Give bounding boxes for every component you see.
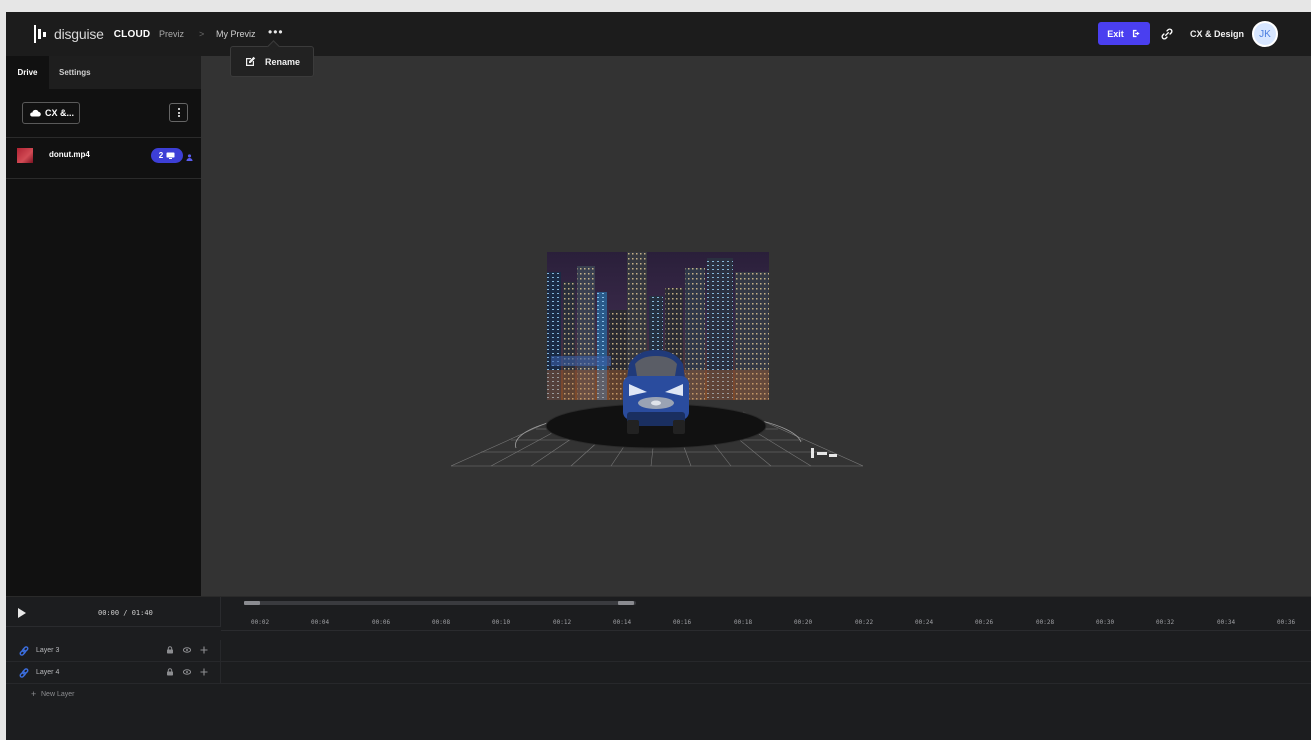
layer-name: Layer 3 — [36, 647, 60, 654]
tick-label: 00:12 — [553, 619, 572, 626]
tick-label: 00:32 — [1156, 619, 1175, 626]
tick-label: 00:08 — [432, 619, 451, 626]
plus-icon: + — [31, 689, 37, 699]
tick-label: 00:30 — [1096, 619, 1115, 626]
cloud-icon — [30, 109, 41, 117]
breadcrumb-separator: > — [199, 29, 205, 39]
screen-icon — [166, 152, 175, 159]
tick-label: 00:06 — [372, 619, 391, 626]
divider — [6, 178, 201, 179]
rename-menu-item[interactable]: Rename — [230, 46, 314, 77]
storage-selector-label: CX &... — [45, 108, 75, 118]
3d-viewport[interactable] — [201, 56, 1311, 596]
tick-label: 00:34 — [1217, 619, 1236, 626]
file-item[interactable]: donut.mp4 2 — [6, 138, 201, 178]
exit-icon — [1132, 29, 1140, 38]
layer-header: Layer 3 — [6, 640, 221, 662]
person-icon — [186, 154, 193, 161]
tick-label: 00:20 — [794, 619, 813, 626]
timeline-panel: 00:00 / 01:40 00:02 00:04 00:06 00:08 00… — [6, 596, 1311, 740]
share-link-icon[interactable] — [1160, 27, 1174, 41]
tick-label: 00:26 — [975, 619, 994, 626]
timeline-scrollbar[interactable] — [244, 601, 636, 605]
scroll-handle-end[interactable] — [618, 601, 634, 605]
more-options-button[interactable]: ••• — [268, 25, 284, 39]
breadcrumb-my-previz[interactable]: My Previz — [216, 29, 256, 39]
add-icon[interactable] — [200, 646, 208, 654]
playback-controls: 00:00 / 01:40 — [6, 597, 221, 627]
tick-label: 00:28 — [1036, 619, 1055, 626]
tick-label: 00:18 — [734, 619, 753, 626]
scene-render[interactable] — [451, 252, 863, 467]
layer-header: Layer 4 — [6, 662, 221, 684]
logo-wordmark: disguise — [54, 26, 104, 42]
edit-icon — [246, 56, 256, 66]
tick-label: 00:04 — [311, 619, 330, 626]
tick-label: 00:16 — [673, 619, 692, 626]
file-name: donut.mp4 — [49, 150, 90, 159]
layer-name: Layer 4 — [36, 669, 60, 676]
tick-label: 00:22 — [855, 619, 874, 626]
tab-drive[interactable]: Drive — [6, 56, 49, 89]
logo-cloud-label: CLOUD — [113, 28, 151, 40]
exit-button-label: Exit — [1107, 28, 1124, 39]
layer-row[interactable]: Layer 3 — [6, 640, 1311, 662]
lock-icon[interactable] — [166, 646, 174, 654]
layer-row[interactable]: Layer 4 — [6, 662, 1311, 684]
screen-count-badge[interactable]: 2 — [151, 148, 183, 163]
tab-settings[interactable]: Settings — [59, 56, 91, 89]
logo-mark-icon — [34, 25, 46, 43]
tick-label: 00:24 — [915, 619, 934, 626]
tick-label: 00:36 — [1277, 619, 1296, 626]
sidebar-more-button[interactable] — [169, 103, 188, 122]
tick-label: 00:10 — [492, 619, 511, 626]
timecode: 00:00 / 01:40 — [98, 609, 153, 617]
car-model — [623, 350, 689, 434]
storage-selector-button[interactable]: CX &... — [22, 102, 80, 124]
visibility-icon[interactable] — [183, 646, 191, 654]
new-layer-button[interactable]: + New Layer — [6, 684, 221, 706]
file-thumbnail — [17, 148, 33, 163]
sidebar: Drive Settings CX &... donut.mp4 2 — [6, 56, 201, 596]
floor-logo-mark — [811, 448, 837, 458]
visibility-icon[interactable] — [183, 668, 191, 676]
layer-link-icon — [19, 646, 29, 656]
exit-button[interactable]: Exit — [1098, 22, 1150, 45]
disguise-logo[interactable]: disguise CLOUD — [34, 25, 150, 43]
workspace-name[interactable]: CX & Design — [1190, 29, 1244, 39]
screen-count: 2 — [158, 151, 164, 160]
time-ruler[interactable]: 00:02 00:04 00:06 00:08 00:10 00:12 00:1… — [221, 607, 1311, 631]
layer-link-icon — [19, 668, 29, 678]
scroll-handle-start[interactable] — [244, 601, 260, 605]
lock-icon[interactable] — [166, 668, 174, 676]
new-layer-label: New Layer — [41, 691, 75, 698]
tick-label: 00:02 — [251, 619, 270, 626]
app-window: disguise CLOUD Previz > My Previz ••• Ex… — [6, 12, 1311, 740]
user-avatar[interactable]: JK — [1252, 21, 1278, 47]
add-icon[interactable] — [200, 668, 208, 676]
tick-label: 00:14 — [613, 619, 632, 626]
breadcrumb-previz[interactable]: Previz — [159, 29, 184, 39]
top-bar: disguise CLOUD Previz > My Previz ••• Ex… — [6, 12, 1311, 56]
sidebar-tabs: Drive Settings — [6, 56, 201, 89]
play-icon[interactable] — [18, 608, 26, 618]
rename-label: Rename — [265, 56, 301, 67]
